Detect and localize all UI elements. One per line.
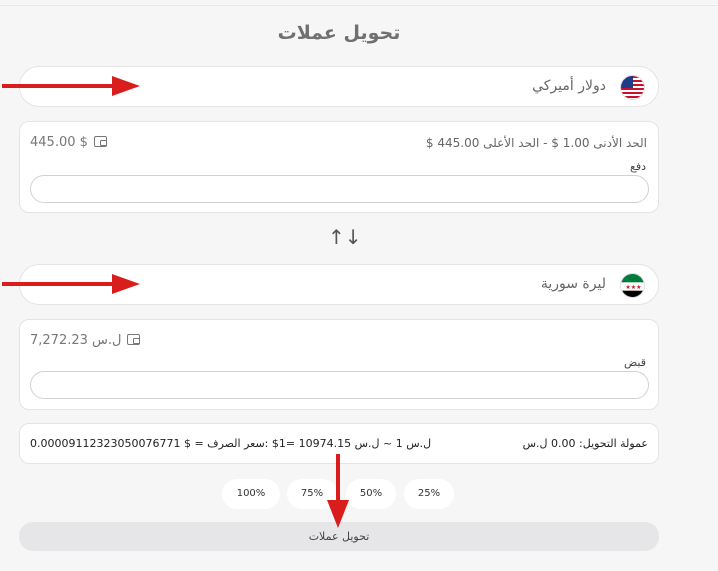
receive-amount-card: 7,272.23 ل.س قبض <box>19 319 659 410</box>
receive-amount-input[interactable] <box>30 371 649 399</box>
exchange-rate: 0.0000911232305007677​1 $ = ل.س 1 ~ ل.س … <box>30 437 432 450</box>
to-currency-select[interactable]: ليرة سورية ★★★ <box>19 264 659 305</box>
convert-submit-button[interactable]: تحويل عملات <box>19 522 659 551</box>
dropdown-caret-icon <box>40 282 47 286</box>
wallet-icon <box>127 334 141 345</box>
swap-arrows-icon[interactable]: ↑↓ <box>328 225 362 251</box>
receive-label: قبض <box>623 356 646 369</box>
percent-50-button[interactable]: 50% <box>346 479 396 509</box>
from-currency-select[interactable]: دولار أميركي <box>19 66 659 107</box>
wallet-icon <box>93 136 107 147</box>
svg-text:★★★: ★★★ <box>625 284 641 291</box>
to-currency-name: ليرة سورية <box>540 276 606 292</box>
syria-flag-icon: ★★★ <box>620 273 645 298</box>
percent-25-button[interactable]: 25% <box>404 479 454 509</box>
receive-balance-value: 7,272.23 ل.س <box>30 333 122 348</box>
top-divider <box>0 5 718 6</box>
dropdown-caret-icon <box>40 84 47 88</box>
pay-amount-card: الحد الأدنى 1.00 $ - الحد الأعلى 445.00 … <box>19 121 659 213</box>
conversion-info: عمولة التحويل: 0.00 ل.س 0.00009112323050… <box>19 423 659 464</box>
us-flag-icon <box>620 75 645 100</box>
conversion-fee: عمولة التحويل: 0.00 ل.س <box>522 437 648 450</box>
from-currency-name: دولار أميركي <box>532 78 606 94</box>
pay-limits: الحد الأدنى 1.00 $ - الحد الأعلى 445.00 … <box>425 136 647 150</box>
receive-balance: 7,272.23 ل.س <box>30 333 141 348</box>
pay-label: دفع <box>629 160 646 173</box>
percent-75-button[interactable]: 75% <box>287 479 337 509</box>
pay-balance: 445.00 $ <box>30 135 107 150</box>
percent-100-button[interactable]: 100% <box>222 479 280 509</box>
pay-amount-input[interactable] <box>30 175 649 203</box>
pay-balance-value: 445.00 $ <box>30 135 88 150</box>
page-title: تحويل عملات <box>277 22 401 44</box>
